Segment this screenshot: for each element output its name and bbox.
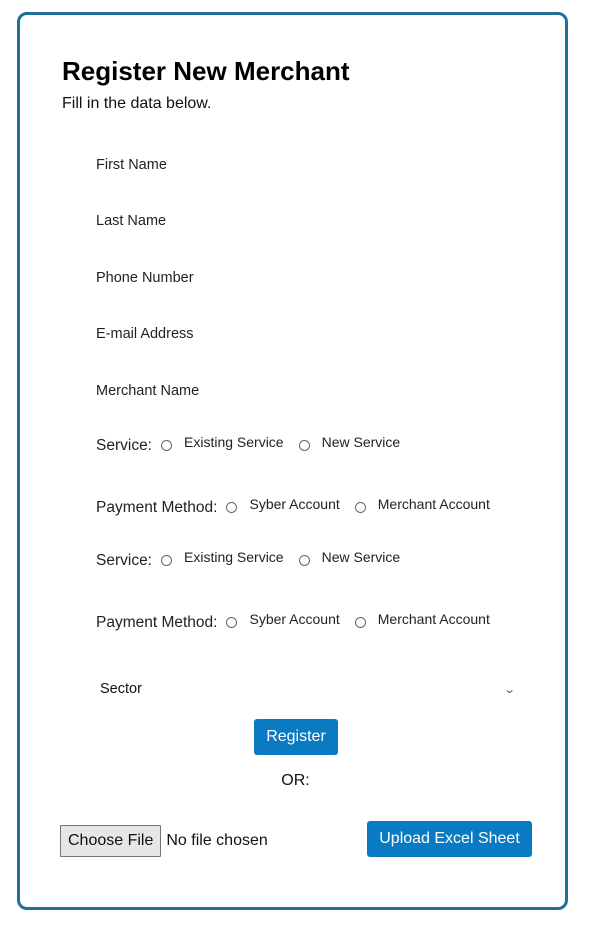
- existing-service-label[interactable]: Existing Service: [184, 549, 284, 565]
- last-name-input[interactable]: [90, 206, 532, 236]
- new-service-label[interactable]: New Service: [322, 549, 401, 565]
- or-separator: OR:: [281, 772, 310, 789]
- existing-service-radio[interactable]: [161, 554, 172, 566]
- service-radio-group: Service: Existing Service New Service: [96, 547, 412, 571]
- existing-service-radio[interactable]: [161, 439, 172, 451]
- service-label: Service:: [96, 437, 152, 454]
- sector-select-value: Sector: [100, 681, 142, 697]
- merchant-account-radio[interactable]: [354, 501, 366, 513]
- choose-file-button[interactable]: Choose File: [60, 825, 162, 857]
- service-radio-group: Service: Existing Service New Service: [96, 432, 412, 456]
- page-title: Register New Merchant: [62, 56, 350, 86]
- syber-account-radio[interactable]: [226, 616, 238, 628]
- payment-method-label: Payment Method:: [96, 499, 218, 516]
- upload-excel-button[interactable]: Upload Excel Sheet: [367, 821, 532, 857]
- register-button[interactable]: Register: [254, 719, 338, 755]
- file-input: Choose File No file chosen: [60, 825, 268, 857]
- new-service-label[interactable]: New Service: [322, 434, 401, 450]
- sector-select[interactable]: Sector ⌄: [92, 674, 522, 704]
- merchant-account-label[interactable]: Merchant Account: [378, 611, 490, 627]
- merchant-account-radio[interactable]: [354, 616, 366, 628]
- chevron-down-icon: ⌄: [502, 683, 516, 696]
- first-name-input[interactable]: [90, 150, 532, 180]
- file-status-text: No file chosen: [166, 832, 268, 849]
- payment-method-label: Payment Method:: [96, 614, 218, 631]
- phone-number-input[interactable]: [90, 263, 532, 293]
- syber-account-radio[interactable]: [226, 501, 238, 513]
- page-subtitle: Fill in the data below.: [62, 95, 212, 112]
- merchant-name-input[interactable]: [90, 376, 532, 406]
- new-service-radio[interactable]: [298, 554, 310, 566]
- payment-method-radio-group: Payment Method: Syber Account Merchant A…: [96, 609, 502, 633]
- merchant-account-label[interactable]: Merchant Account: [378, 496, 490, 512]
- payment-method-radio-group: Payment Method: Syber Account Merchant A…: [96, 494, 502, 518]
- register-merchant-card: Register New Merchant Fill in the data b…: [17, 12, 568, 910]
- email-input[interactable]: [90, 319, 532, 349]
- new-service-radio[interactable]: [298, 439, 310, 451]
- syber-account-label[interactable]: Syber Account: [249, 496, 339, 512]
- existing-service-label[interactable]: Existing Service: [184, 434, 284, 450]
- syber-account-label[interactable]: Syber Account: [249, 611, 339, 627]
- service-label: Service:: [96, 552, 152, 569]
